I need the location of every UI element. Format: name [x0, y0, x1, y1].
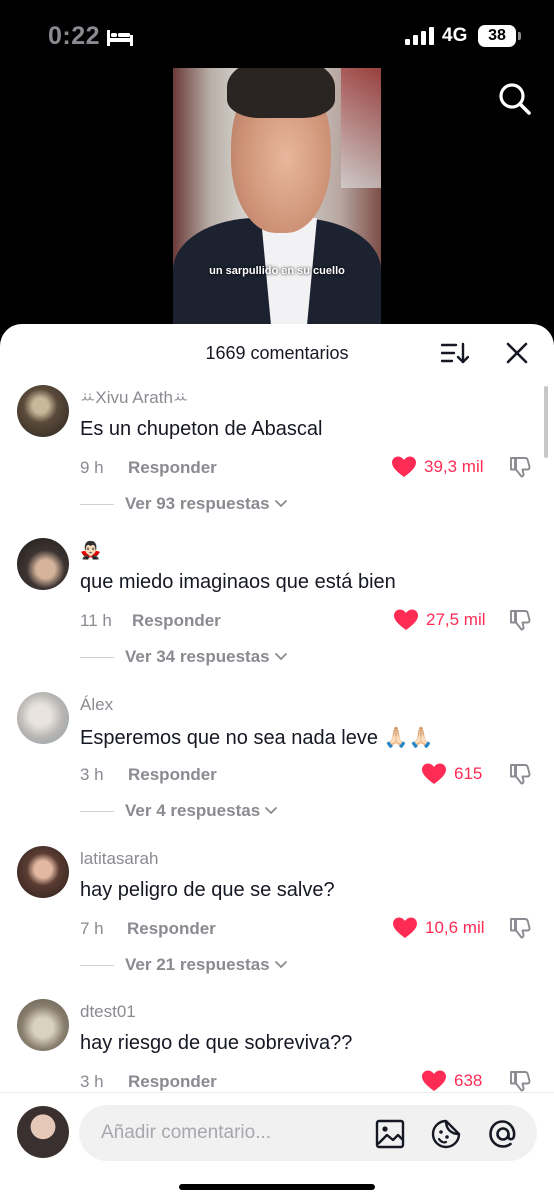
like-button[interactable]: 27,5 mil	[394, 608, 486, 632]
comment-input[interactable]: Añadir comentario...	[79, 1105, 537, 1161]
video-preview[interactable]: un sarpullido en su cuello	[173, 68, 381, 328]
view-replies-button[interactable]: Ver 34 respuestas	[80, 647, 288, 667]
sticker-icon[interactable]	[430, 1118, 462, 1150]
view-replies-label: Ver 21 respuestas	[125, 955, 270, 974]
comment-time: 9 h	[80, 458, 104, 477]
heart-icon	[394, 609, 418, 630]
dislike-icon[interactable]	[508, 455, 532, 479]
comment-username[interactable]: dtest01	[80, 1002, 136, 1022]
replies-divider	[80, 503, 114, 505]
comment-text: hay peligro de que se salve?	[80, 879, 335, 901]
dislike-icon[interactable]	[508, 1069, 532, 1093]
reply-button[interactable]: Responder	[132, 611, 221, 631]
sort-icon[interactable]	[441, 341, 469, 365]
replies-divider	[80, 656, 114, 658]
chevron-down-icon	[274, 500, 287, 508]
video-hair	[227, 68, 335, 118]
comment-text: que miedo imaginaos que está bien	[80, 571, 396, 593]
signal-icon	[405, 27, 434, 45]
like-count: 10,6 mil	[425, 918, 485, 937]
search-icon[interactable]	[496, 80, 534, 118]
comment-input-placeholder: Añadir comentario...	[101, 1122, 272, 1143]
like-count: 27,5 mil	[426, 610, 486, 629]
heart-icon	[393, 917, 417, 938]
home-indicator	[179, 1184, 375, 1190]
reply-button[interactable]: Responder	[128, 765, 217, 785]
comment-time: 7 h	[80, 919, 104, 938]
like-count: 638	[454, 1071, 483, 1090]
avatar[interactable]	[17, 846, 69, 898]
comment-username[interactable]: ꕁXivu Arathꕁ	[80, 388, 188, 408]
avatar[interactable]	[17, 692, 69, 744]
view-replies-button[interactable]: Ver 93 respuestas	[80, 494, 288, 514]
bed-icon	[107, 30, 133, 46]
status-time: 0:22	[48, 22, 101, 50]
view-replies-button[interactable]: Ver 21 respuestas	[80, 955, 288, 975]
comment-time: 3 h	[80, 1072, 104, 1091]
comments-count-title: 1669 comentarios	[205, 343, 349, 363]
video-caption: un sarpullido en su cuello	[209, 265, 345, 277]
dislike-icon[interactable]	[508, 762, 532, 786]
dislike-icon[interactable]	[508, 916, 532, 940]
reply-button[interactable]: Responder	[128, 458, 217, 478]
network-type: 4G	[442, 25, 468, 46]
heart-icon	[422, 763, 446, 784]
like-count: 615	[454, 764, 483, 783]
chevron-down-icon	[265, 807, 278, 815]
heart-icon	[392, 456, 416, 477]
dislike-icon[interactable]	[508, 608, 532, 632]
comment-username[interactable]: latitasarah	[80, 849, 158, 869]
view-replies-label: Ver 93 respuestas	[125, 494, 270, 513]
reply-button[interactable]: Responder	[128, 1072, 217, 1092]
comment-time: 3 h	[80, 765, 104, 784]
reply-button[interactable]: Responder	[127, 919, 216, 939]
status-bar: 0:22 4G 38	[0, 0, 554, 70]
replies-divider	[80, 810, 114, 812]
like-button[interactable]: 10,6 mil	[393, 916, 485, 940]
current-user-avatar	[17, 1106, 69, 1158]
comments-sheet: 1669 comentarios ꕁXivu Arathꕁ Es un chup…	[0, 324, 554, 1200]
avatar[interactable]	[17, 999, 69, 1051]
comment-time: 11 h	[80, 611, 112, 630]
like-button[interactable]: 615	[422, 762, 482, 786]
view-replies-label: Ver 4 respuestas	[125, 801, 261, 820]
mention-icon[interactable]	[487, 1118, 519, 1150]
replies-divider	[80, 964, 114, 966]
like-button[interactable]: 638	[422, 1069, 482, 1093]
comment-item: 🧛🏻‍♂️ que miedo imaginaos que está bien …	[0, 538, 554, 688]
close-icon[interactable]	[505, 341, 529, 365]
comment-text: hay riesgo de que sobreviva??	[80, 1032, 353, 1054]
heart-icon	[422, 1070, 446, 1091]
comment-text: Es un chupeton de Abascal	[80, 418, 323, 440]
comment-username[interactable]: Álex	[80, 695, 113, 715]
comment-item: Álex Esperemos que no sea nada leve 🙏🏻🙏🏻…	[0, 692, 554, 842]
avatar[interactable]	[17, 385, 69, 437]
avatar[interactable]	[17, 538, 69, 590]
like-button[interactable]: 39,3 mil	[392, 455, 484, 479]
video-background	[341, 68, 381, 188]
battery-indicator: 38	[478, 25, 521, 47]
chevron-down-icon	[274, 961, 287, 969]
comment-item: ꕁXivu Arathꕁ Es un chupeton de Abascal 9…	[0, 385, 554, 535]
comment-text: Esperemos que no sea nada leve 🙏🏻🙏🏻	[80, 727, 434, 749]
comment-username[interactable]: 🧛🏻‍♂️	[80, 541, 101, 561]
chevron-down-icon	[274, 653, 287, 661]
image-icon[interactable]	[374, 1118, 406, 1150]
view-replies-button[interactable]: Ver 4 respuestas	[80, 801, 278, 821]
view-replies-label: Ver 34 respuestas	[125, 647, 270, 666]
comment-item: latitasarah hay peligro de que se salve?…	[0, 846, 554, 996]
like-count: 39,3 mil	[424, 457, 484, 476]
